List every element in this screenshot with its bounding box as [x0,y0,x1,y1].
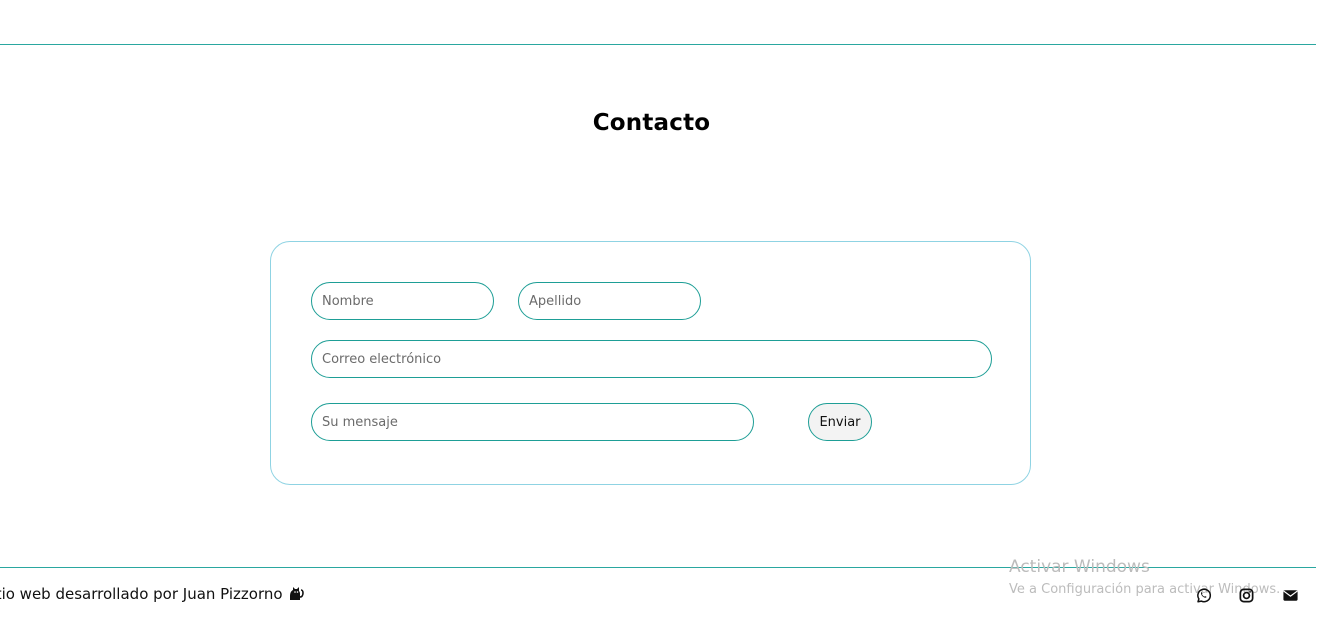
message-input[interactable] [311,403,754,441]
mail-icon [1282,587,1300,604]
instagram-link[interactable] [1238,587,1256,605]
footer-credit-text: Sitio web desarrollado por Juan Pizzorno [0,585,283,603]
footer-divider [0,567,1316,568]
first-name-input[interactable] [311,282,494,320]
whatsapp-link[interactable] [1195,587,1213,605]
email-input[interactable] [311,340,992,378]
whatsapp-icon [1195,587,1213,604]
send-button[interactable]: Enviar [808,403,872,441]
footer-credit: Sitio web desarrollado por Juan Pizzorno [0,585,305,605]
mail-link[interactable] [1282,587,1300,605]
page-title: Contacto [592,110,711,136]
cat-icon [288,585,305,605]
instagram-icon [1238,587,1256,604]
last-name-input[interactable] [518,282,701,320]
header-divider [0,44,1316,45]
contact-form: Enviar [270,241,1031,485]
